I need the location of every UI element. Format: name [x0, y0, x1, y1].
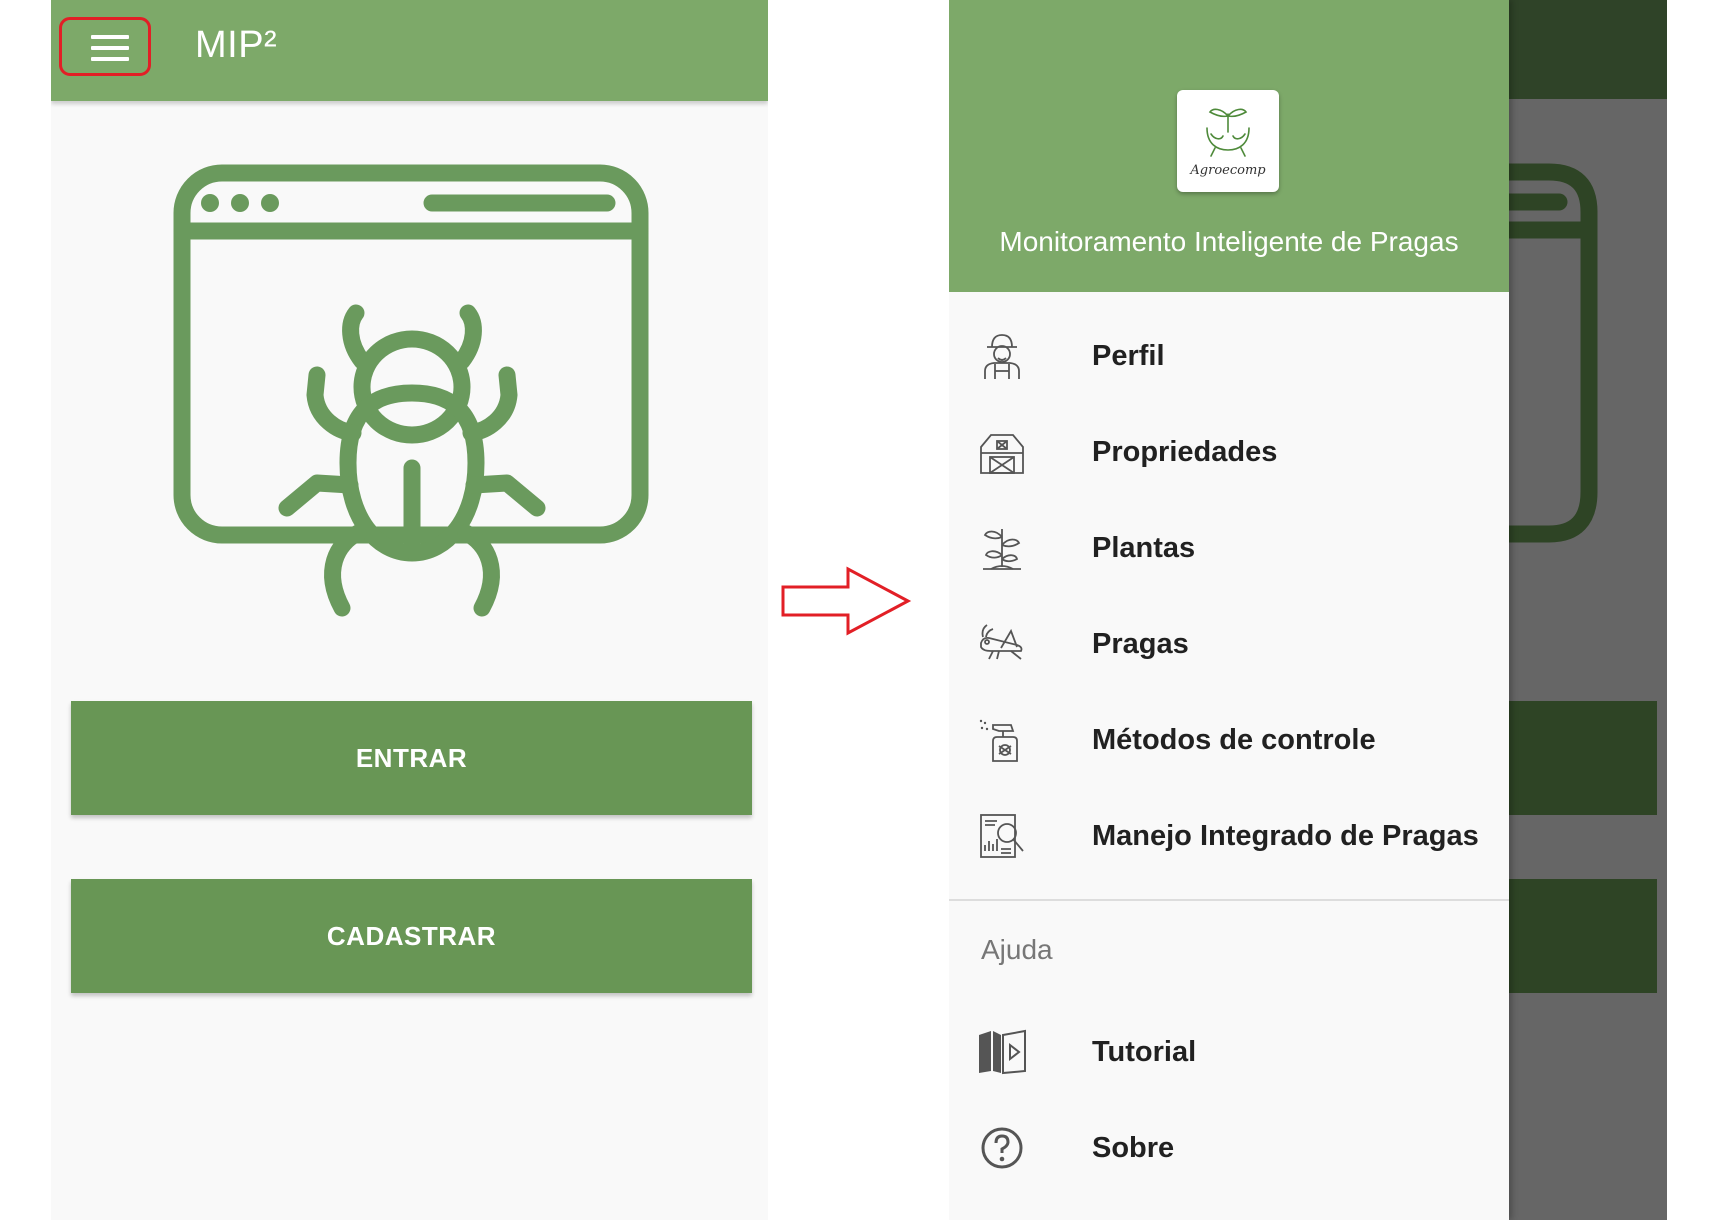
drawer-item-label: Propriedades [1092, 436, 1278, 468]
drawer-item-sobre[interactable]: Sobre [949, 1103, 1509, 1193]
navigation-drawer: Agroecomp Monitoramento Inteligente de P… [949, 0, 1509, 1220]
farmer-icon [977, 331, 1027, 381]
drawer-item-metodos-de-controle[interactable]: Métodos de controle [949, 695, 1509, 785]
drawer-item-propriedades[interactable]: Propriedades [949, 407, 1509, 497]
dimmed-entrar-button [1509, 701, 1657, 815]
question-circle-icon [977, 1123, 1027, 1173]
help-section-title: Ajuda [981, 934, 1053, 965]
menu-button[interactable] [59, 17, 151, 76]
drawer-item-pragas[interactable]: Pragas [949, 599, 1509, 689]
drawer-divider [949, 899, 1509, 901]
drawer-item-label: Plantas [1092, 532, 1196, 564]
drawer-item-label: Perfil [1092, 340, 1165, 372]
home-screen: MIP² ENTRAR CADASTRAR [51, 0, 768, 1220]
drawer-item-label: Métodos de controle [1092, 724, 1376, 756]
app-bar: MIP² [51, 0, 768, 101]
dimmed-hero-icon [1480, 162, 1629, 567]
drawer-item-label: Manejo Integrado de Pragas [1092, 820, 1479, 852]
entrar-button[interactable]: ENTRAR [71, 701, 752, 815]
browser-bug-icon [172, 163, 652, 638]
barn-icon [977, 427, 1027, 477]
drawer-subtitle: Monitoramento Inteligente de Pragas [999, 226, 1459, 257]
cadastrar-button[interactable]: CADASTRAR [71, 879, 752, 993]
drawer-header: Agroecomp Monitoramento Inteligente de P… [949, 0, 1509, 292]
drawer-item-tutorial[interactable]: Tutorial [949, 1007, 1509, 1097]
right-arrow-icon [780, 565, 912, 642]
drawer-open-screen: Agroecomp Monitoramento Inteligente de P… [949, 0, 1667, 1220]
drawer-item-manejo-integrado[interactable]: Manejo Integrado de Pragas [949, 791, 1509, 881]
drawer-item-plantas[interactable]: Plantas [949, 503, 1509, 593]
grasshopper-icon [977, 619, 1027, 669]
drawer-item-perfil[interactable]: Perfil [949, 311, 1509, 401]
logo-text: Agroecomp [1189, 163, 1266, 178]
spray-bottle-icon [977, 715, 1027, 765]
dimmed-cadastrar-button [1509, 879, 1657, 993]
app-title: MIP² [195, 24, 278, 66]
drawer-item-label: Pragas [1092, 628, 1189, 660]
drawer-item-label: Tutorial [1092, 1036, 1197, 1068]
video-book-icon [977, 1027, 1027, 1077]
drawer-item-label: Sobre [1092, 1132, 1175, 1164]
report-analysis-icon [977, 811, 1027, 861]
agroecomp-logo: Agroecomp [1177, 90, 1279, 192]
plant-icon [977, 523, 1027, 573]
